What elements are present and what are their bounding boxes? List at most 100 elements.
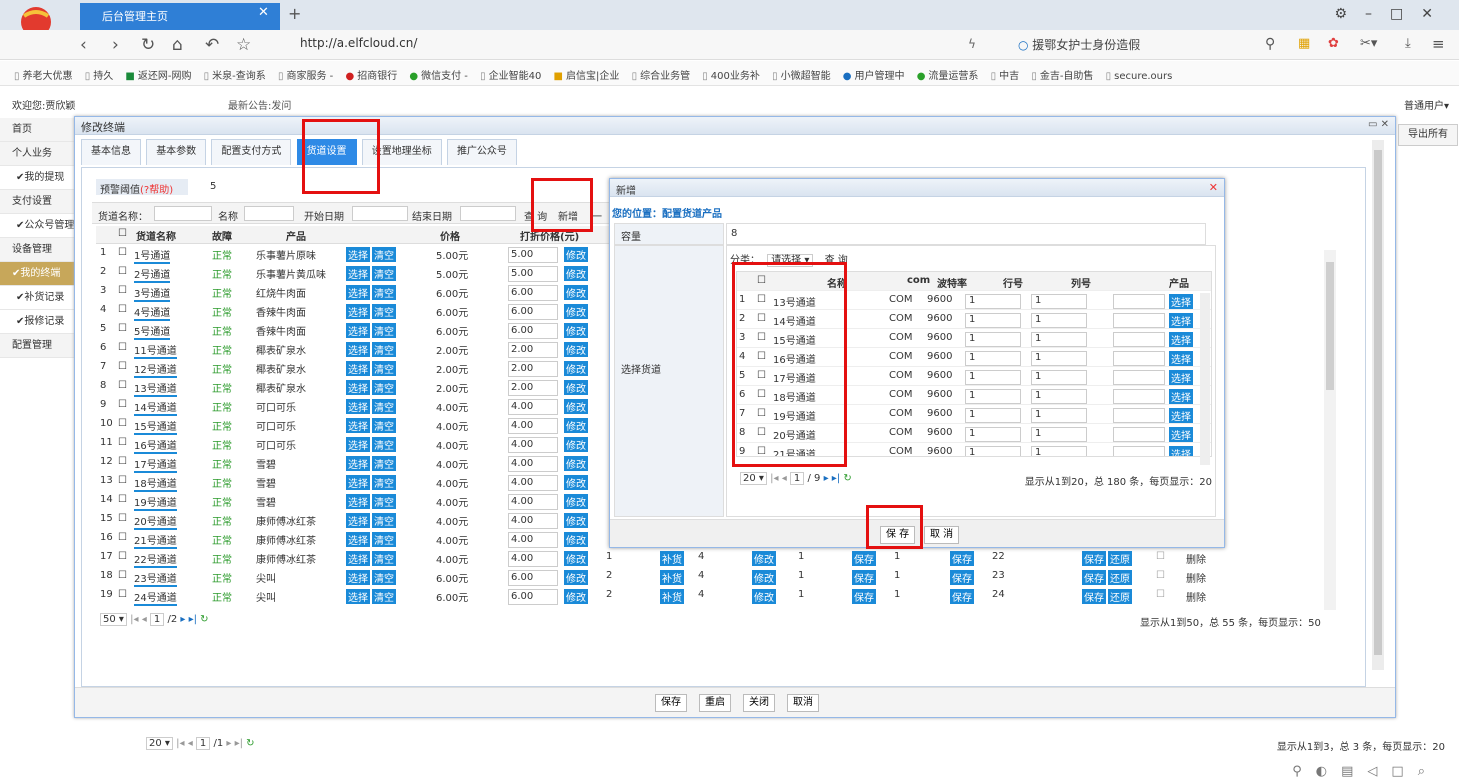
edit-capacity-button[interactable]: 修改 [752,570,776,585]
search-icon[interactable]: ⚲ [1265,36,1275,52]
save-row-button[interactable]: 保存 [852,570,876,585]
sub-query-button[interactable]: 查 询 [825,255,848,266]
select-product-button[interactable]: 选择 [346,551,370,566]
end-date-input[interactable] [460,206,516,221]
sidebar-item-home[interactable]: 首页 [0,118,76,142]
window-controls[interactable]: ⚙–□✕ [1334,6,1451,22]
channel-checkbox[interactable]: ☐ [757,332,766,343]
sidebar-item-personal[interactable]: 个人业务 [0,142,76,166]
extension-icon[interactable]: ✿ [1328,36,1339,51]
row-number-input[interactable]: 1 [965,389,1021,404]
apps-icon[interactable]: ▦ [1298,36,1310,51]
column-number-input[interactable]: 1 [1031,427,1087,442]
outer-page-size[interactable]: 20 ▾ [146,737,173,750]
channel-checkbox[interactable]: ☐ [757,446,766,456]
bookmark[interactable]: ▯ 企业智能40 [480,67,541,82]
bookmark[interactable]: ● 流量运营系 [917,67,979,82]
channel-name-input[interactable] [154,206,212,221]
row-checkbox[interactable]: ☐ [118,361,127,372]
save-row-button[interactable]: 保存 [852,551,876,566]
row-checkbox[interactable]: ☐ [118,456,127,467]
clear-product-button[interactable]: 清空 [372,494,396,509]
tab-channel-settings[interactable]: 货道设置 [296,139,357,165]
clear-product-button[interactable]: 清空 [372,570,396,585]
row-number-input[interactable]: 1 [965,370,1021,385]
edit-capacity-button[interactable]: 修改 [752,551,776,566]
row-number-input[interactable]: 1 [965,408,1021,423]
browser-search-box[interactable]: ○ 援鄂女护士身份造假 [1018,36,1140,53]
clear-product-button[interactable]: 清空 [372,323,396,338]
channel-name[interactable]: 5号通道 [134,323,171,340]
edit-price-button[interactable]: 修改 [564,342,588,357]
product-input[interactable] [1113,370,1165,385]
select-all-checkbox[interactable]: ☐ [757,275,766,286]
channel-checkbox[interactable]: ☐ [757,389,766,400]
clear-product-button[interactable]: 清空 [372,475,396,490]
discount-price-input[interactable]: 4.00 [508,437,558,453]
edit-price-button[interactable]: 修改 [564,361,588,376]
product-name-input[interactable] [244,206,294,221]
select-product-button[interactable]: 选择 [346,513,370,528]
discount-price-input[interactable]: 4.00 [508,418,558,434]
discount-price-input[interactable]: 6.00 [508,304,558,320]
sidebar-item-payment[interactable]: 支付设置 [0,190,76,214]
refresh-icon[interactable]: ↻ [843,473,851,484]
bookmark[interactable]: ▯ secure.ours [1106,71,1173,82]
channel-name[interactable]: 15号通道 [134,418,177,435]
column-number-input[interactable]: 1 [1031,446,1087,456]
discount-price-input[interactable]: 2.00 [508,342,558,358]
favorite-star-icon[interactable]: ☆ [236,35,251,55]
tab-basic-params[interactable]: 基本参数 [146,139,207,165]
restock-button[interactable]: 补货 [660,589,684,604]
clear-product-button[interactable]: 清空 [372,589,396,604]
tab-basic-info[interactable]: 基本信息 [81,139,141,165]
edit-price-button[interactable]: 修改 [564,475,588,490]
select-all-checkbox[interactable]: ☐ [118,228,127,239]
bookmark[interactable]: ▯ 400业务补 [702,67,760,82]
capacity-input[interactable]: 8 [726,223,1206,245]
channel-checkbox[interactable]: ☐ [757,351,766,362]
select-product-button[interactable]: 选择 [1169,294,1193,309]
row-checkbox[interactable]: ☐ [118,247,127,258]
select-product-button[interactable]: 选择 [346,475,370,490]
clear-product-button[interactable]: 清空 [372,247,396,262]
product-input[interactable] [1113,332,1165,347]
outer-page-input[interactable]: 1 [195,737,211,750]
edit-price-button[interactable]: 修改 [564,399,588,414]
select-product-button[interactable]: 选择 [346,247,370,262]
restore-button[interactable]: 还原 [1108,551,1132,566]
channel-name[interactable]: 17号通道 [134,456,177,473]
clear-product-button[interactable]: 清空 [372,342,396,357]
product-input[interactable] [1113,313,1165,328]
start-date-input[interactable] [352,206,408,221]
channel-name[interactable]: 22号通道 [134,551,177,568]
tab-promote[interactable]: 推广公众号 [446,139,517,165]
sidebar-item-withdraw[interactable]: ✔我的提现 [0,166,76,190]
user-menu[interactable]: 普通用户▾ [1404,97,1449,112]
save-sort-button[interactable]: 保存 [1082,570,1106,585]
select-product-button[interactable]: 选择 [346,380,370,395]
delete-button[interactable]: 删除 [1186,551,1206,566]
query-button[interactable]: 查 询 [524,208,547,223]
row-number-input[interactable]: 1 [965,313,1021,328]
save-sort-button[interactable]: 保存 [1082,551,1106,566]
delete-button[interactable]: 删除 [1186,570,1206,585]
tab-admin-home[interactable]: 后台管理主页 [80,3,280,30]
help-link[interactable]: (?帮助) [140,185,173,196]
product-input[interactable] [1113,389,1165,404]
edit-price-button[interactable]: 修改 [564,285,588,300]
lightning-icon[interactable]: ϟ [968,37,976,51]
tab-payment-config[interactable]: 配置支付方式 [211,139,292,165]
row-checkbox[interactable]: ☐ [118,437,127,448]
select-product-button[interactable]: 选择 [346,361,370,376]
cut-icon[interactable]: ✂▾ [1360,36,1377,51]
row-checkbox[interactable]: ☐ [118,285,127,296]
select-product-button[interactable]: 选择 [346,494,370,509]
product-input[interactable] [1113,408,1165,423]
sub-save-button[interactable]: 保 存 [880,526,916,544]
column-number-input[interactable]: 1 [1031,313,1087,328]
row-checkbox[interactable]: ☐ [118,589,127,600]
column-number-input[interactable]: 1 [1031,332,1087,347]
select-product-button[interactable]: 选择 [1169,370,1193,385]
clear-product-button[interactable]: 清空 [372,532,396,547]
